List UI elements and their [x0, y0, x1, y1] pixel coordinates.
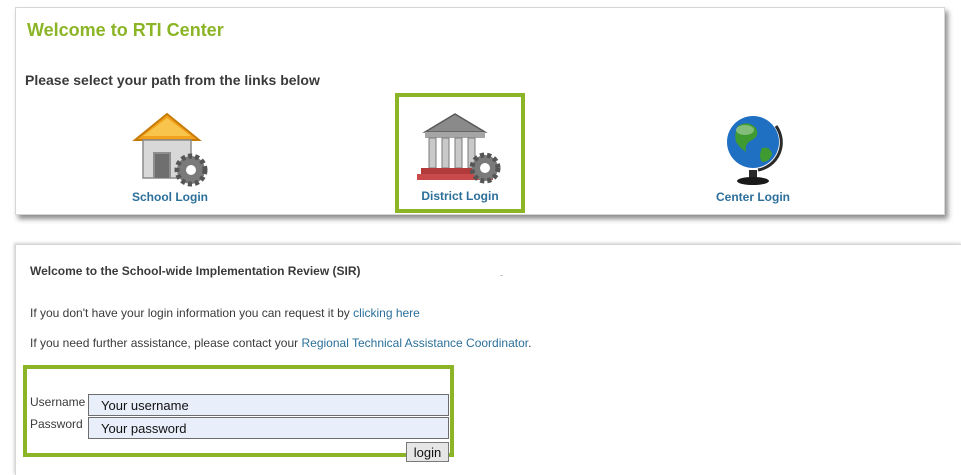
- request-login-link[interactable]: clicking here: [353, 306, 420, 320]
- district-courthouse-gear-icon: [415, 108, 505, 191]
- divider-dot: [500, 275, 503, 276]
- assistance-suffix: .: [528, 336, 532, 350]
- login-button[interactable]: login: [406, 442, 449, 462]
- sir-welcome-title: Welcome to the School-wide Implementatio…: [30, 264, 361, 278]
- school-login-label: School Login: [132, 190, 208, 204]
- globe-icon: [718, 108, 788, 193]
- center-login-link[interactable]: Center Login: [688, 96, 818, 214]
- path-instructions: Please select your path from the links b…: [25, 72, 320, 88]
- login-form: Username Password login: [23, 365, 454, 462]
- school-building-gear-icon: [125, 108, 215, 193]
- password-label: Password: [30, 417, 83, 431]
- district-login-label: District Login: [421, 189, 499, 203]
- coordinator-link[interactable]: Regional Technical Assistance Coordinato…: [302, 336, 529, 350]
- request-login-text: If you don't have your login information…: [30, 306, 420, 320]
- page-title: Welcome to RTI Center: [27, 20, 224, 40]
- path-selection-panel: Welcome to RTI Center Please select your…: [15, 7, 945, 215]
- username-input[interactable]: [88, 394, 449, 416]
- center-login-label: Center Login: [716, 190, 790, 204]
- assistance-prefix: If you need further assistance, please c…: [30, 336, 302, 350]
- assistance-text: If you need further assistance, please c…: [30, 336, 531, 350]
- sir-login-panel: Welcome to the School-wide Implementatio…: [15, 244, 961, 475]
- username-label: Username: [30, 395, 86, 409]
- request-login-prefix: If you don't have your login information…: [30, 306, 354, 320]
- password-input[interactable]: [88, 417, 449, 439]
- school-login-link[interactable]: School Login: [105, 96, 235, 214]
- district-login-link[interactable]: District Login: [395, 93, 525, 213]
